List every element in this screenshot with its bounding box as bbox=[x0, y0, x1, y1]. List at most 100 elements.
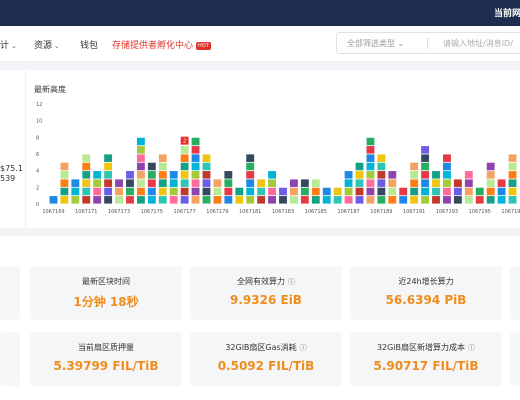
chart-bar[interactable] bbox=[158, 154, 167, 204]
chart-bar-segment bbox=[443, 196, 451, 204]
nav-item-resources-label: 资源 bbox=[34, 41, 53, 51]
chart-bar[interactable] bbox=[322, 187, 331, 204]
chart-bar[interactable] bbox=[289, 179, 298, 204]
chart-bar-segment bbox=[475, 196, 484, 204]
chart-bar[interactable] bbox=[93, 171, 102, 204]
chart-bar-segment bbox=[388, 171, 397, 179]
chart-bar-segment bbox=[158, 196, 167, 204]
chart-bar[interactable] bbox=[475, 187, 484, 204]
chart-bar[interactable] bbox=[147, 162, 156, 204]
chart-bar[interactable] bbox=[410, 162, 419, 204]
nav-item-stats[interactable]: 计 ⌄ bbox=[0, 38, 17, 51]
chart-bar[interactable] bbox=[104, 154, 113, 204]
chart-bar-segment bbox=[421, 196, 430, 204]
chart-bar[interactable] bbox=[49, 196, 58, 204]
stat-label: 32GiB扇区新增算力成本 ⓘ bbox=[350, 342, 502, 353]
chart-bar-segment bbox=[366, 162, 375, 171]
chart-bar[interactable] bbox=[377, 154, 386, 204]
chart-bar-segment bbox=[355, 187, 364, 196]
chart-bar-segment bbox=[126, 196, 134, 204]
chart-bar[interactable] bbox=[508, 154, 517, 204]
chart-bar-segment bbox=[104, 162, 113, 171]
chart-bar-segment bbox=[311, 187, 320, 196]
chart-bar[interactable] bbox=[464, 171, 473, 204]
nav-item-storage-incubator[interactable]: 存储提供者孵化中心 HOT bbox=[112, 38, 211, 51]
chart-bar[interactable] bbox=[191, 137, 200, 204]
chart-bar[interactable] bbox=[453, 179, 462, 204]
chevron-down-icon: ⌄ bbox=[54, 42, 60, 50]
chart-bar[interactable] bbox=[213, 179, 222, 204]
info-icon[interactable]: ⓘ bbox=[300, 343, 307, 353]
chart-bar[interactable] bbox=[246, 154, 255, 204]
left-panel: $75.1 539 bbox=[0, 70, 26, 228]
info-icon[interactable]: ⓘ bbox=[468, 343, 475, 353]
search-input[interactable]: 请输入地址/消息ID/ bbox=[443, 38, 513, 49]
chart-bar[interactable] bbox=[71, 179, 80, 204]
chart-bar[interactable] bbox=[355, 162, 364, 204]
chart-bar[interactable] bbox=[486, 162, 495, 204]
chart-bar[interactable] bbox=[224, 171, 233, 204]
stat-card: 32GiB扇区新增算力成本 ⓘ 5.90717 FIL/TiB bbox=[350, 332, 502, 386]
stat-value: 9.9326 EiB bbox=[230, 293, 302, 307]
stat-label: 近24h增长算力 bbox=[350, 276, 502, 287]
chart-bar-segment bbox=[213, 179, 222, 187]
chart-bar-segment bbox=[82, 179, 91, 187]
chart-bar-segment bbox=[486, 171, 495, 179]
nav-item-resources[interactable]: 资源 ⌄ bbox=[34, 38, 60, 51]
chart-bar[interactable] bbox=[257, 179, 266, 204]
chart-bar[interactable] bbox=[333, 187, 342, 204]
chart-bar-segment bbox=[410, 171, 419, 179]
info-icon[interactable]: ⓘ bbox=[288, 277, 295, 287]
filter-type-select[interactable]: 全部筛选类型 ⌄ bbox=[347, 38, 404, 49]
block-height-chart: 0 2 4 6 8 10 12 2 1067169 1067171 1067173 1067175 10… bbox=[36, 102, 520, 215]
y-tick-label: 12 bbox=[36, 102, 42, 108]
chart-bar[interactable] bbox=[136, 137, 145, 204]
x-tick-label: 1067177 bbox=[173, 209, 195, 215]
chart-bar[interactable] bbox=[82, 154, 91, 204]
search-box: 全部筛选类型 ⌄ 请输入地址/消息ID/ bbox=[336, 32, 520, 54]
chart-bar[interactable] bbox=[268, 171, 277, 204]
chart-bar-segment bbox=[180, 154, 189, 162]
chart-bar[interactable] bbox=[366, 137, 375, 204]
chart-bar[interactable] bbox=[421, 146, 430, 204]
chart-bar[interactable] bbox=[60, 162, 69, 204]
chart-bar-segment bbox=[60, 187, 69, 196]
chart-bar-segment bbox=[126, 187, 134, 196]
chart-bar-segment bbox=[180, 187, 189, 196]
chart-bar-segment bbox=[71, 187, 80, 196]
network-label[interactable]: 当前网 bbox=[494, 6, 520, 19]
chart-bar[interactable] bbox=[497, 179, 506, 204]
chart-bar-segment bbox=[169, 171, 178, 179]
chart-bar[interactable] bbox=[443, 154, 451, 204]
chart-bar[interactable] bbox=[126, 171, 134, 204]
chart-bar[interactable] bbox=[311, 179, 320, 204]
chart-bar[interactable] bbox=[235, 187, 244, 204]
chart-bar[interactable] bbox=[399, 187, 408, 204]
chart-bar[interactable] bbox=[300, 179, 309, 204]
nav-item-wallet[interactable]: 钱包 bbox=[80, 38, 98, 51]
x-tick-label: 1067173 bbox=[108, 209, 130, 215]
chart-bar-segment bbox=[158, 179, 167, 187]
chart-bar-segment bbox=[432, 171, 440, 179]
chart-bar[interactable] bbox=[169, 171, 178, 204]
chart-bar-segment bbox=[377, 187, 386, 196]
chart-bar[interactable] bbox=[432, 171, 440, 204]
chart-bar-segment bbox=[355, 196, 364, 204]
chart-bar-segment bbox=[158, 154, 167, 162]
chart-bar-segment bbox=[136, 196, 145, 204]
chart-bar-segment bbox=[355, 179, 364, 187]
chart-bar-segment bbox=[279, 187, 287, 196]
chart-bar[interactable] bbox=[115, 179, 123, 204]
chart-bar-segment bbox=[377, 154, 386, 162]
chart-bar-segment bbox=[366, 187, 375, 196]
chart-bar-segment bbox=[169, 187, 178, 196]
chart-bar[interactable] bbox=[388, 171, 397, 204]
chart-bar[interactable] bbox=[344, 171, 353, 204]
chart-bar[interactable] bbox=[180, 146, 189, 204]
stat-value: 5.39799 FIL/TiB bbox=[53, 359, 159, 373]
nav-item-storage-label: 存储提供者孵化中心 bbox=[112, 41, 194, 51]
chart-bar[interactable] bbox=[202, 154, 211, 204]
chart-bar-segment bbox=[453, 179, 462, 187]
chart-bar[interactable] bbox=[279, 187, 287, 204]
y-tick-label: 4 bbox=[36, 169, 39, 175]
